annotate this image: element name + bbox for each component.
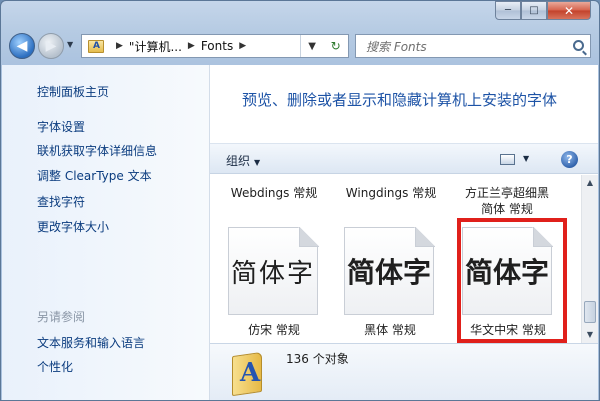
organize-label: 组织 [226,154,251,168]
font-fzltcxh-label[interactable]: 方正兰亭超细黑简体 常规 [462,185,552,217]
personalization-link[interactable]: 个性化 [37,358,73,375]
view-options-dropdown-icon[interactable]: ▼ [523,154,529,163]
item-count: 136 个对象 [286,352,349,366]
breadcrumb-computer[interactable]: "计算机... [129,38,182,55]
organize-button[interactable]: 组织 ▼ [226,152,260,169]
font-webdings-label[interactable]: Webdings 常规 [222,185,326,201]
main-area: 预览、删除或者显示和隐藏计算机上安装的字体 组织 ▼ ▼ ? Webdings 常… [210,65,598,400]
adjust-cleartype-link[interactable]: 调整 ClearType 文本 [37,167,152,184]
font-fangsong-label[interactable]: 仿宋 常规 [228,321,320,338]
page-fold-icon [415,227,435,247]
change-view-icon[interactable] [500,154,515,165]
details-pane: A 136 个对象 [210,343,598,400]
address-bar[interactable]: ▶ "计算机... ▶ Fonts ▶ ▼ ↻ [81,34,349,58]
font-sample: 简体字 [230,258,315,289]
navigation-bar: ◀ ▶ ▼ ▶ "计算机... ▶ Fonts ▶ ▼ ↻ 搜索 Fonts [9,31,591,61]
font-sample: 简体字 [346,256,431,289]
change-font-size-link[interactable]: 更改字体大小 [37,218,109,235]
font-wingdings-label[interactable]: Wingdings 常规 [336,185,446,201]
minimize-button[interactable]: ─ [495,1,521,20]
see-also-heading: 另请参阅 [37,310,86,324]
close-button[interactable]: ✕ [547,1,591,20]
scroll-up-icon[interactable]: ▲ [582,175,598,191]
search-box[interactable]: 搜索 Fonts [355,34,591,58]
refresh-icon[interactable]: ↻ [331,39,341,53]
selection-highlight-box [457,218,567,343]
back-button[interactable]: ◀ [9,33,35,59]
breadcrumb-fonts[interactable]: Fonts [201,39,233,53]
forward-button[interactable]: ▶ [38,33,64,59]
page-title: 预览、删除或者显示和隐藏计算机上安装的字体 [242,91,558,109]
scrollbar-thumb[interactable] [584,301,596,323]
help-icon[interactable]: ? [561,151,578,168]
search-input[interactable]: 搜索 Fonts [366,38,427,55]
chevron-down-icon: ▼ [254,158,261,167]
vertical-scrollbar[interactable]: ▲ ▼ [581,175,598,343]
search-icon[interactable] [573,40,584,51]
font-heiti-label[interactable]: 黑体 常规 [344,321,436,338]
explorer-window: ─ □ ✕ ◀ ▶ ▼ ▶ "计算机... ▶ Fonts ▶ ▼ ↻ 搜索 F… [0,0,600,401]
find-character-link[interactable]: 查找字符 [37,193,85,210]
chevron-right-icon[interactable]: ▶ [188,41,195,51]
command-bar: 组织 ▼ ▼ ? [210,143,598,174]
page-fold-icon [299,227,319,247]
maximize-button[interactable]: □ [521,1,547,20]
caption-buttons: ─ □ ✕ [495,1,591,20]
fonts-folder-icon [88,39,104,53]
task-pane: 控制面板主页 字体设置 联机获取字体详细信息 调整 ClearType 文本 查… [2,65,210,400]
address-actions: ▼ ↻ [300,35,348,57]
chevron-right-icon[interactable]: ▶ [116,41,123,51]
recent-pages-dropdown-icon[interactable]: ▼ [67,40,73,49]
text-services-link[interactable]: 文本服务和输入语言 [37,334,145,351]
chevron-right-icon[interactable]: ▶ [239,41,246,51]
font-settings-link[interactable]: 字体设置 [37,118,85,135]
address-history-dropdown-icon[interactable]: ▼ [308,41,316,52]
font-letter-icon: A [240,358,261,388]
get-font-info-online-link[interactable]: 联机获取字体详细信息 [37,142,157,159]
scroll-down-icon[interactable]: ▼ [582,327,598,343]
control-panel-home-link[interactable]: 控制面板主页 [37,83,109,100]
